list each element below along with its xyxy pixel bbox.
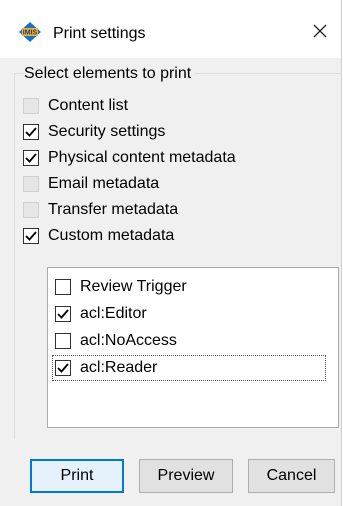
check-icon (57, 363, 69, 373)
checkbox-box[interactable] (23, 124, 39, 140)
cancel-button[interactable]: Cancel (248, 459, 335, 493)
list-item-review-trigger[interactable]: Review Trigger (55, 275, 187, 299)
list-item-label: acl:Editor (80, 305, 147, 322)
imis-app-icon: IMIS (19, 22, 41, 42)
window-title: Print settings (53, 25, 146, 42)
checkbox-label: Security settings (48, 123, 166, 140)
svg-text:IMIS: IMIS (23, 30, 38, 37)
checkbox-box[interactable] (23, 98, 39, 114)
list-checkbox[interactable] (55, 360, 71, 376)
list-item-label: Review Trigger (80, 278, 187, 295)
checkbox-custom-metadata[interactable]: Custom metadata (23, 225, 174, 247)
checkbox-physical-content-metadata[interactable]: Physical content metadata (23, 147, 236, 169)
checkbox-transfer-metadata[interactable]: Transfer metadata (23, 199, 178, 221)
checkbox-label: Content list (48, 97, 129, 114)
list-checkbox[interactable] (55, 333, 71, 349)
checkbox-label: Email metadata (48, 175, 160, 192)
button-bar: Print Preview Cancel (0, 440, 341, 506)
checkbox-box[interactable] (23, 176, 39, 192)
check-icon (25, 231, 37, 241)
checkbox-box[interactable] (23, 150, 39, 166)
title-bar: IMIS Print settings (0, 0, 341, 58)
check-icon (25, 153, 37, 163)
close-button[interactable] (303, 18, 337, 48)
print-settings-dialog: IMIS Print settings Select elements to p… (0, 0, 342, 506)
custom-metadata-list[interactable]: Review Trigger acl:Editor acl:NoAccess a… (47, 267, 339, 428)
checkbox-label: Transfer metadata (48, 201, 179, 218)
list-item-acl-noaccess[interactable]: acl:NoAccess (55, 329, 177, 353)
check-icon (57, 309, 69, 319)
preview-button[interactable]: Preview (139, 459, 233, 493)
checkbox-content-list[interactable]: Content list (23, 95, 128, 117)
check-icon (25, 127, 37, 137)
group-legend: Select elements to print (24, 64, 196, 84)
print-button[interactable]: Print (30, 459, 124, 493)
list-item-label: acl:NoAccess (80, 332, 177, 349)
checkbox-box[interactable] (23, 202, 39, 218)
checkbox-box[interactable] (23, 228, 39, 244)
checkbox-label: Physical content metadata (48, 149, 236, 166)
list-item-acl-reader[interactable]: acl:Reader (52, 355, 326, 381)
list-checkbox[interactable] (55, 306, 71, 322)
checkbox-security-settings[interactable]: Security settings (23, 121, 165, 143)
checkbox-label: Custom metadata (48, 227, 175, 244)
close-icon (313, 24, 327, 43)
list-item-label: acl:Reader (80, 359, 158, 376)
list-item-acl-editor[interactable]: acl:Editor (55, 302, 147, 326)
checkbox-email-metadata[interactable]: Email metadata (23, 173, 159, 195)
list-checkbox[interactable] (55, 279, 71, 295)
